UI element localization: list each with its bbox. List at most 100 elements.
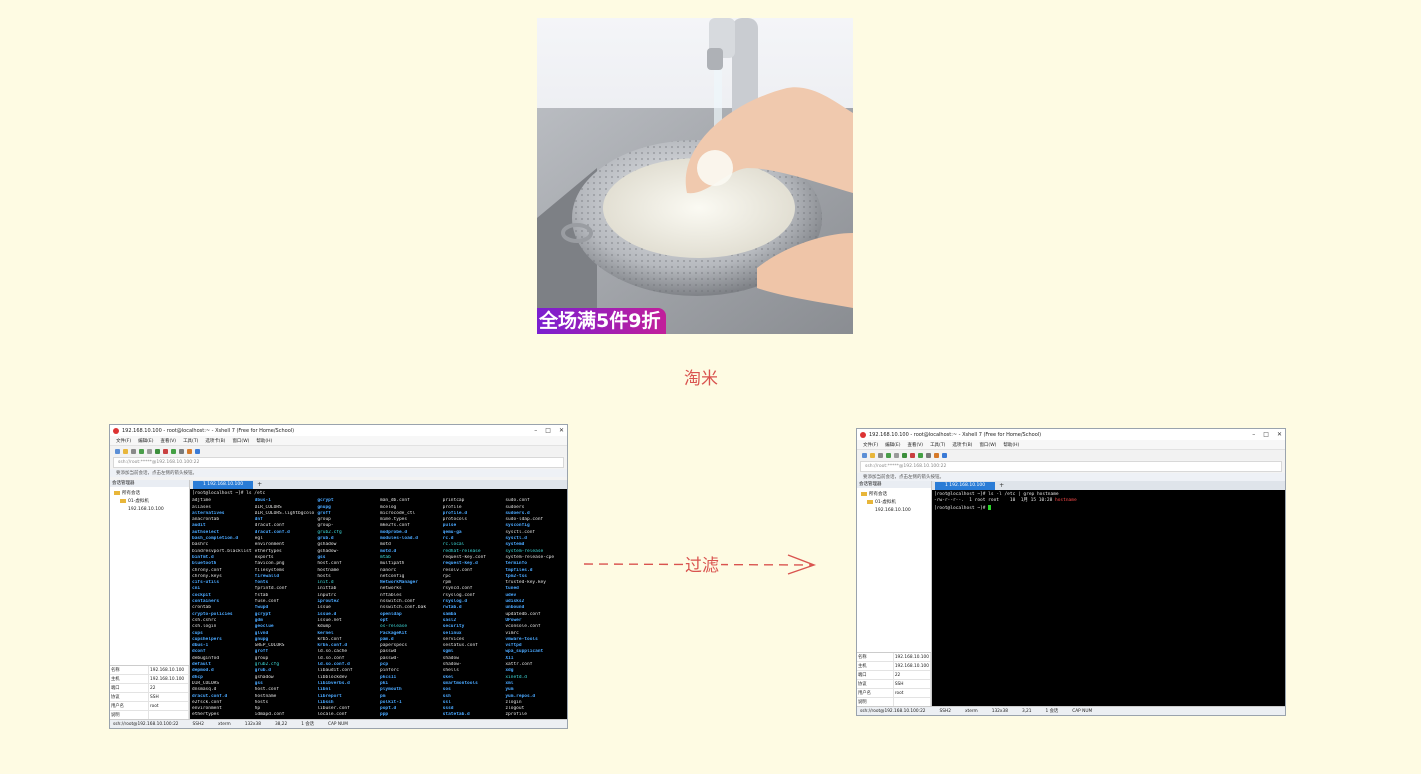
disconnect-icon[interactable] — [131, 448, 136, 454]
terminal-command: [root@localhost ~]# ls /etc — [192, 491, 266, 496]
copy-icon[interactable] — [886, 452, 891, 458]
paste-icon[interactable] — [894, 452, 899, 458]
terminal-output[interactable]: [root@localhost ~]# ls /etc adjtime dbus-… — [190, 489, 567, 720]
status-terminal: xterm — [964, 708, 978, 714]
terminal-cursor — [988, 504, 992, 510]
status-connection: ssh://root@192.168.10.100:22 — [860, 708, 926, 714]
tree-all-sessions[interactable]: 所有会话 — [861, 491, 927, 499]
tree-vm-folder[interactable]: 01-虚拟机 — [114, 498, 185, 506]
menu-bar: 文件(F) 编辑(E) 查看(V) 工具(T) 选项卡(B) 窗口(W) 帮助(… — [857, 440, 1285, 449]
session-hint: 要添加当前会话，点击左侧的箭头按钮。 — [110, 469, 567, 477]
menu-help[interactable]: 帮助(H) — [256, 438, 272, 444]
close-button[interactable]: ✕ — [559, 427, 564, 434]
fullscreen-icon[interactable] — [918, 452, 923, 458]
maximize-button[interactable]: □ — [545, 427, 551, 434]
status-connection: ssh://root@192.168.10.100:22 — [113, 721, 179, 727]
session-manager: 会话管理器 所有会话 01-虚拟机 192.168.10.100 名称 192.1… — [857, 481, 932, 707]
menu-view[interactable]: 查看(V) — [160, 438, 176, 444]
status-cursor: 38,22 — [274, 721, 288, 727]
address-bar[interactable]: ssh://root:*****@192.168.10.100:22 — [860, 461, 1282, 472]
status-sessions: 1 会话 — [1045, 709, 1059, 714]
close-button[interactable]: ✕ — [1277, 431, 1282, 438]
status-keys: CAP NUM — [1072, 708, 1093, 714]
title-bar: 192.168.10.100 - root@localhost:~ - Xshe… — [857, 429, 1285, 440]
tree-session-host[interactable]: 192.168.10.100 — [861, 507, 927, 515]
tab-session[interactable]: 1 192.168.10.100 — [193, 481, 254, 489]
tab-bar: 1 192.168.10.100 + — [190, 480, 567, 489]
session-manager-title: 会话管理器 — [857, 481, 931, 488]
status-terminal: xterm — [217, 721, 231, 727]
caption-filter: 过滤 — [683, 551, 721, 576]
etc-entry: locale.conf — [317, 712, 348, 718]
menu-bar: 文件(F) 编辑(E) 查看(V) 工具(T) 选项卡(B) 窗口(W) 帮助(… — [110, 436, 567, 445]
status-bar: ssh://root@192.168.10.100:22 SSH2 xterm … — [857, 706, 1285, 715]
disconnect-icon[interactable] — [878, 452, 883, 458]
toolbar — [857, 449, 1285, 460]
tab-bar: 1 192.168.10.100 + — [932, 481, 1285, 490]
globe-icon[interactable] — [902, 452, 907, 458]
lock-icon[interactable] — [179, 448, 184, 454]
menu-tools[interactable]: 工具(T) — [183, 438, 198, 444]
open-folder-icon[interactable] — [123, 448, 128, 454]
help-icon[interactable] — [942, 452, 947, 458]
script-icon[interactable] — [187, 448, 192, 454]
session-tree: 所有会话 01-虚拟机 192.168.10.100 — [857, 488, 931, 518]
minimize-button[interactable]: – — [1252, 431, 1255, 438]
tree-session-host[interactable]: 192.168.10.100 — [114, 506, 185, 514]
new-tab-button[interactable]: + — [253, 481, 266, 489]
menu-tabs[interactable]: 选项卡(B) — [205, 438, 225, 444]
etc-entry: ethertypes — [192, 712, 220, 718]
new-tab-button[interactable]: + — [995, 482, 1008, 490]
tree-vm-folder[interactable]: 01-虚拟机 — [861, 499, 927, 507]
folder-icon — [114, 490, 120, 495]
minimize-button[interactable]: – — [534, 427, 537, 434]
etc-listing: adjtime dbus-1 gcrypt man_db.conf printcap su… — [192, 498, 565, 718]
tree-all-sessions[interactable]: 所有会话 — [114, 490, 185, 498]
paste-icon[interactable] — [147, 448, 152, 454]
lock-icon[interactable] — [926, 452, 931, 458]
status-bar: ssh://root@192.168.10.100:22 SSH2 xterm … — [110, 719, 567, 728]
address-bar[interactable]: ssh://root:*****@192.168.10.100:22 — [113, 457, 564, 468]
menu-edit[interactable]: 编辑(E) — [885, 442, 900, 448]
menu-help[interactable]: 帮助(H) — [1003, 442, 1019, 448]
maximize-button[interactable]: □ — [1263, 431, 1269, 438]
menu-edit[interactable]: 编辑(E) — [138, 438, 153, 444]
menu-window[interactable]: 窗口(W) — [979, 442, 996, 448]
open-folder-icon[interactable] — [870, 452, 875, 458]
menu-tools[interactable]: 工具(T) — [930, 442, 945, 448]
status-protocol: SSH2 — [939, 708, 951, 714]
new-session-icon[interactable] — [115, 448, 120, 454]
status-keys: CAP NUM — [327, 721, 348, 727]
etc-entry: idmapd.conf — [254, 712, 285, 718]
help-icon[interactable] — [195, 448, 200, 454]
terminal-prompt: [root@localhost ~]# — [934, 504, 1283, 512]
session-hint: 要添加当前会话，点击左侧的箭头按钮。 — [857, 473, 1285, 481]
folder-icon — [120, 498, 126, 503]
new-session-icon[interactable] — [862, 452, 867, 458]
fullscreen-icon[interactable] — [171, 448, 176, 454]
grep-match-highlight: hostname — [1055, 498, 1077, 504]
xshell-app-icon — [113, 427, 119, 434]
session-manager-title: 会话管理器 — [110, 480, 189, 487]
script-icon[interactable] — [934, 452, 939, 458]
menu-window[interactable]: 窗口(W) — [232, 438, 249, 444]
prompt-text: [root@localhost ~]# — [934, 505, 989, 511]
xftp-icon[interactable] — [163, 448, 168, 454]
tab-session[interactable]: 1 192.168.10.100 — [935, 482, 996, 490]
xshell-window-before: 192.168.10.100 - root@localhost:~ - Xshe… — [109, 424, 568, 729]
status-protocol: SSH2 — [192, 721, 204, 727]
xshell-window-after: 192.168.10.100 - root@localhost:~ - Xshe… — [856, 428, 1286, 716]
menu-tabs[interactable]: 选项卡(B) — [952, 442, 972, 448]
menu-view[interactable]: 查看(V) — [907, 442, 923, 448]
status-size: 132x38 — [244, 721, 261, 727]
terminal-output[interactable]: [root@localhost ~]# ls -l /etc | grep ho… — [932, 490, 1285, 707]
rice-washing-photo: 全场满5件9折 — [537, 18, 853, 334]
menu-file[interactable]: 文件(F) — [116, 438, 131, 444]
copy-icon[interactable] — [139, 448, 144, 454]
title-bar: 192.168.10.100 - root@localhost:~ - Xshe… — [110, 425, 567, 436]
session-tree: 所有会话 01-虚拟机 192.168.10.100 — [110, 487, 189, 517]
globe-icon[interactable] — [155, 448, 160, 454]
xftp-icon[interactable] — [910, 452, 915, 458]
xshell-app-icon — [860, 431, 866, 438]
menu-file[interactable]: 文件(F) — [863, 442, 878, 448]
